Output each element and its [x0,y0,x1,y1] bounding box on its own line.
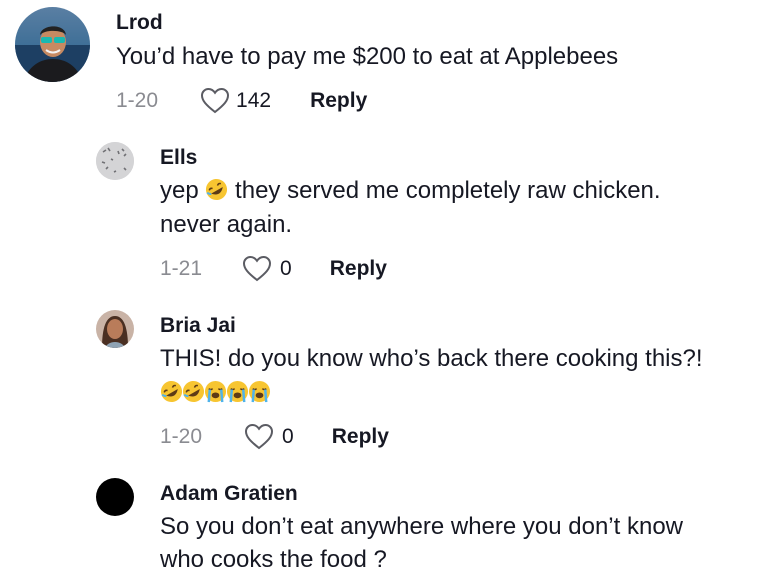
like-count: 142 [236,88,272,112]
loudly-crying-emoji-icon [248,380,271,403]
comment-text-line2: never again. [160,211,293,238]
comment-date: 1-20 [116,88,159,112]
comment-date: 1-20 [160,424,203,448]
comment-meta: 1-20 0 Reply [160,423,389,450]
comment-text-part: yep [160,177,199,204]
comment-text: So you don’t eat anywhere where you don’… [160,513,683,540]
reply-button[interactable]: Reply [332,425,389,449]
like-button[interactable]: 0 [244,423,294,450]
avatar[interactable] [15,7,90,82]
comment-text: THIS! do you know who’s back there cooki… [160,345,703,372]
comment-emoji-row [160,376,271,410]
heart-icon[interactable] [200,87,230,114]
like-button[interactable]: 142 [200,87,271,114]
rofl-emoji-icon [160,380,183,403]
comment-meta: 1-21 0 Reply [160,255,387,282]
comment-text-line2: who cooks the food ? [160,546,387,573]
loudly-crying-emoji-icon [226,380,249,403]
comment-meta: 1-20 142 Reply [116,87,367,114]
comment-username[interactable]: Lrod [116,11,163,35]
comment-username[interactable]: Adam Gratien [160,482,298,506]
comment-username[interactable]: Bria Jai [160,314,236,338]
avatar[interactable] [96,478,134,516]
rofl-emoji-icon [182,380,205,403]
rofl-emoji-icon [206,178,228,201]
reply-button[interactable]: Reply [310,89,367,113]
like-count: 0 [282,424,294,448]
heart-icon[interactable] [244,423,274,450]
avatar[interactable] [96,310,134,348]
avatar[interactable] [96,142,134,180]
reply-button[interactable]: Reply [330,257,387,281]
comment-username[interactable]: Ells [160,146,197,170]
comment-date: 1-21 [160,256,203,280]
like-count: 0 [280,256,292,280]
heart-icon[interactable] [242,255,272,282]
comment-text: yep they served me completely raw chicke… [160,174,661,208]
comment-text: You’d have to pay me $200 to eat at Appl… [116,43,619,70]
loudly-crying-emoji-icon [204,380,227,403]
comment-text-part: they served me completely raw chicken. [235,177,661,204]
like-button[interactable]: 0 [242,255,292,282]
